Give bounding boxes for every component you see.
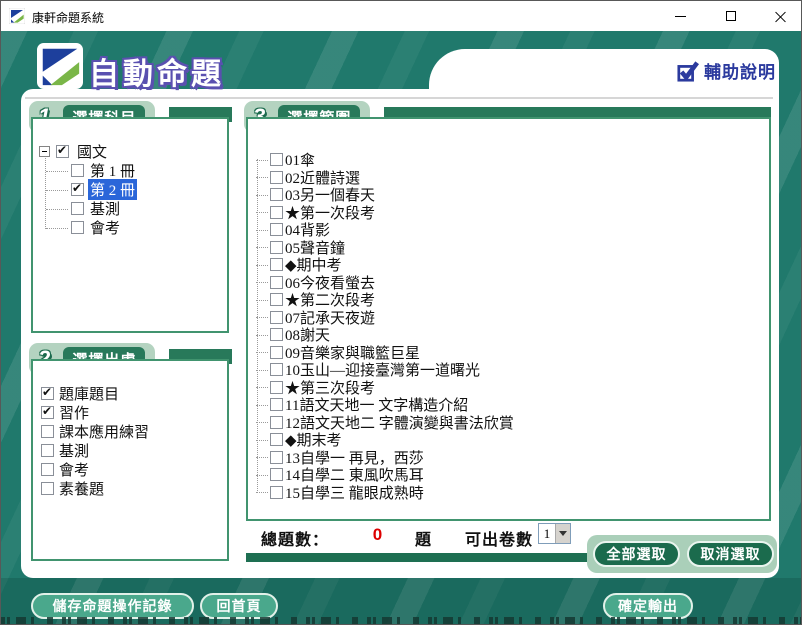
subject-tree: 國文 第 1 冊 第 2 冊 基測 (39, 141, 223, 237)
title-bar: 康軒命題系統 (1, 1, 802, 31)
checkbox[interactable] (270, 451, 283, 464)
home-button[interactable]: 回首頁 (200, 593, 278, 619)
checkbox[interactable] (71, 164, 84, 177)
section3-end-bar (246, 553, 591, 562)
checkbox[interactable] (270, 468, 283, 481)
checkbox[interactable] (270, 311, 283, 324)
dropdown-button[interactable] (555, 524, 570, 543)
range-item-row[interactable]: ★第一次段考 (255, 204, 763, 222)
tree-collapse-icon[interactable] (39, 146, 50, 157)
checkbox[interactable] (270, 241, 283, 254)
app-window: 康軒命題系統 自動命題 輔助說明 1. 選擇科目 2. 選擇 (0, 0, 802, 625)
source-option-row[interactable]: 習作 (41, 403, 221, 422)
source-option-row[interactable]: 題庫題目 (41, 384, 221, 403)
checkbox[interactable] (56, 145, 69, 158)
checkbox[interactable] (71, 183, 84, 196)
paper-count-label: 可出卷數 (465, 526, 533, 550)
tree-child-label: 基測 (88, 198, 122, 219)
checkbox[interactable] (270, 346, 283, 359)
checkbox[interactable] (41, 482, 54, 495)
checkbox[interactable] (41, 463, 54, 476)
tree-child-row[interactable]: 第 2 冊 (39, 180, 223, 199)
tree-root-label: 國文 (75, 141, 109, 162)
total-questions-count: 0 (361, 525, 395, 545)
source-option-label: 基測 (59, 440, 89, 461)
source-option-row[interactable]: 會考 (41, 460, 221, 479)
checkbox[interactable] (270, 171, 283, 184)
tree-child-label: 第 1 冊 (88, 160, 137, 181)
total-questions-label: 總題數： (261, 526, 329, 550)
checkbox[interactable] (270, 398, 283, 411)
confirm-output-button[interactable]: 確定輸出 (603, 593, 693, 619)
checkbox[interactable] (41, 387, 54, 400)
range-list: 01傘 02近體詩選 03另一個春天 ★第一次段考 04背影 (255, 151, 763, 501)
source-option-row[interactable]: 基測 (41, 441, 221, 460)
check-help-icon (677, 60, 699, 82)
source-options: 題庫題目 習作 課本應用練習 基測 會考 (41, 384, 221, 498)
paper-count-select[interactable]: 1 (538, 523, 571, 544)
source-option-label: 習作 (59, 402, 89, 423)
checkbox[interactable] (270, 381, 283, 394)
range-item-label: 15自學三 龍眼成熟時 (285, 482, 424, 503)
checkbox[interactable] (270, 363, 283, 376)
checkbox[interactable] (270, 328, 283, 341)
checkbox[interactable] (71, 221, 84, 234)
checkbox[interactable] (270, 433, 283, 446)
tree-child-row[interactable]: 基測 (39, 199, 223, 218)
source-option-label: 素養題 (59, 478, 104, 499)
checkbox[interactable] (41, 406, 54, 419)
select-all-button[interactable]: 全部選取 (593, 541, 680, 567)
source-option-row[interactable]: 素養題 (41, 479, 221, 498)
checkbox[interactable] (270, 276, 283, 289)
tree-child-label: 第 2 冊 (88, 179, 137, 200)
checkbox[interactable] (270, 293, 283, 306)
total-questions-unit: 題 (415, 526, 432, 550)
source-option-label: 會考 (59, 459, 89, 480)
save-log-button[interactable]: 儲存命題操作記錄 (31, 593, 194, 619)
checkbox[interactable] (270, 223, 283, 236)
source-option-row[interactable]: 課本應用練習 (41, 422, 221, 441)
checkbox[interactable] (270, 486, 283, 499)
source-option-label: 課本應用練習 (59, 421, 149, 442)
app-logo-icon (9, 8, 25, 24)
range-item-row[interactable]: 15自學三 龍眼成熟時 (255, 484, 763, 502)
checkbox[interactable] (270, 153, 283, 166)
maximize-icon (726, 11, 736, 21)
window-title: 康軒命題系統 (32, 9, 104, 26)
help-link[interactable]: 輔助說明 (677, 58, 776, 83)
source-option-label: 題庫題目 (59, 383, 119, 404)
checkbox[interactable] (41, 425, 54, 438)
tree-child-label: 會考 (88, 217, 122, 238)
brand-logo (37, 43, 83, 89)
page-title: 自動命題 (89, 49, 225, 93)
checkbox[interactable] (71, 202, 84, 215)
checkbox[interactable] (270, 206, 283, 219)
range-item-row[interactable]: 07記承天夜遊 (255, 309, 763, 327)
close-button[interactable] (758, 1, 802, 31)
tree-child-row[interactable]: 會考 (39, 218, 223, 237)
checkbox[interactable] (270, 188, 283, 201)
chevron-down-icon (559, 531, 567, 536)
close-icon (774, 10, 787, 23)
minimize-icon (675, 16, 686, 17)
deselect-button[interactable]: 取消選取 (687, 541, 774, 567)
tree-root-row[interactable]: 國文 (39, 141, 223, 161)
minimize-button[interactable] (658, 1, 703, 31)
marquee-ticker (1, 617, 802, 625)
help-label: 輔助說明 (704, 58, 776, 83)
tree-child-row[interactable]: 第 1 冊 (39, 161, 223, 180)
checkbox[interactable] (270, 258, 283, 271)
checkbox[interactable] (270, 416, 283, 429)
card-divider (25, 97, 773, 99)
maximize-button[interactable] (708, 1, 753, 31)
checkbox[interactable] (41, 444, 54, 457)
paper-count-value: 1 (539, 524, 555, 543)
